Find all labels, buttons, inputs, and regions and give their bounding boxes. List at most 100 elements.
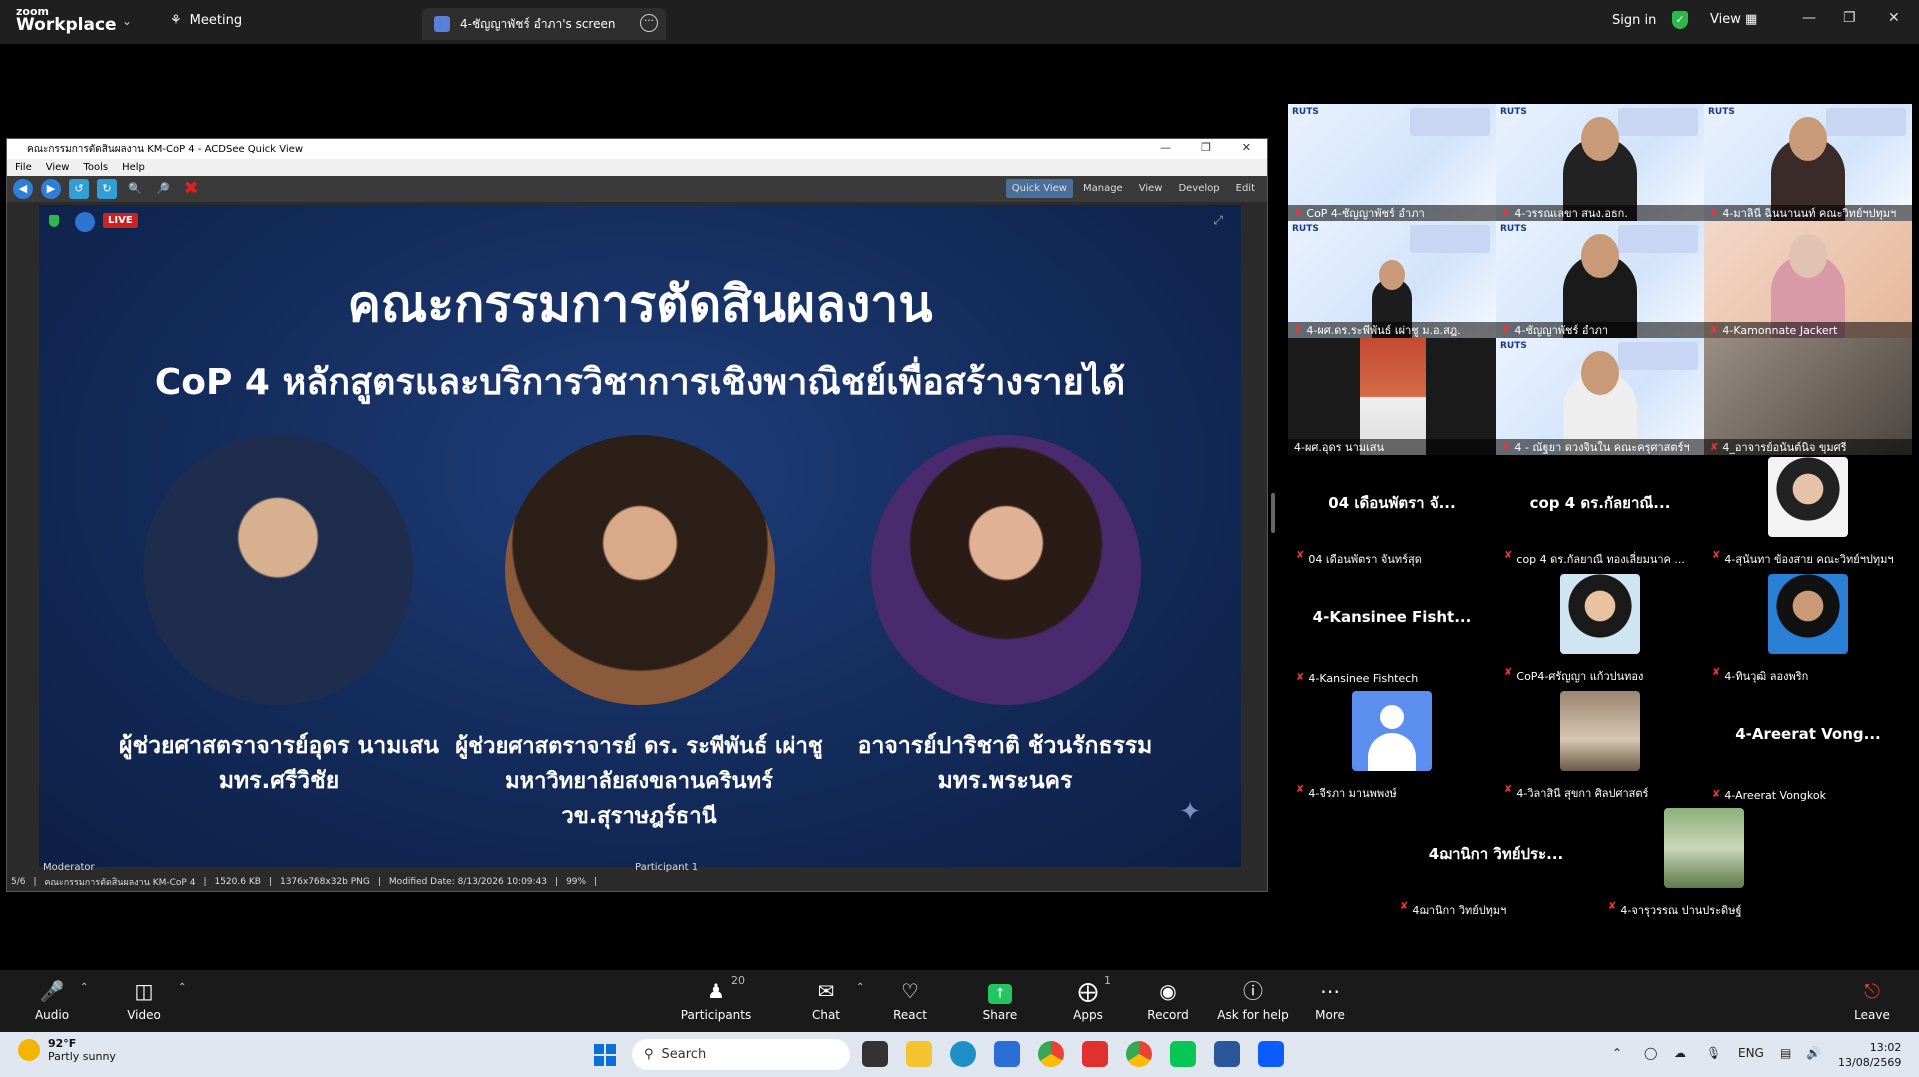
chrome-profile-icon[interactable]: [1126, 1041, 1152, 1067]
mode-develop[interactable]: Develop: [1172, 179, 1225, 198]
menu-view[interactable]: View: [46, 162, 70, 173]
slide-image: LIVE ⤢ คณะกรรมการตัดสินผลงาน CoP 4 หลักส…: [39, 205, 1241, 867]
file-explorer-icon[interactable]: [906, 1041, 932, 1067]
sign-in-button[interactable]: Sign in: [1612, 13, 1656, 28]
tray-chevron-icon[interactable]: ⌃: [1612, 1046, 1622, 1060]
video-tile[interactable]: ✘ 4-Kamonnate Jackert: [1704, 221, 1912, 338]
mode-quick-view[interactable]: Quick View: [1005, 179, 1073, 198]
judge-photo-3: [871, 435, 1141, 705]
network-icon[interactable]: ▤: [1780, 1046, 1791, 1060]
tray-app-icon[interactable]: ◯: [1644, 1046, 1657, 1060]
leave-icon: ⎋: [1864, 979, 1880, 1003]
acdsee-status-bar: 5/6 | คณะกรรมการตัดสินผลงาน KM-CoP 4 | 152…: [7, 873, 1267, 891]
windows-start-icon[interactable]: [594, 1044, 616, 1066]
participant-tile[interactable]: cop 4 ดร.กัลยาณี... ✘ cop 4 ดร.กัลยาณี ทอ…: [1496, 455, 1704, 572]
menu-help[interactable]: Help: [122, 162, 145, 173]
tab-shared-screen[interactable]: 4-ชัญญาพัชร์ อำภา's screen ···: [422, 8, 666, 40]
video-tile[interactable]: RUTS ✘ CoP 4-ชัญญาพัชร์ อำภา: [1288, 104, 1496, 221]
search-icon: ⚲: [644, 1047, 654, 1062]
ask-for-help-button[interactable]: ⓘ Ask for help: [1208, 976, 1298, 1022]
chevron-down-icon[interactable]: ⌄: [122, 14, 132, 28]
restore-icon[interactable]: ❐: [1843, 10, 1856, 26]
rotate-right-icon[interactable]: ↻: [97, 179, 117, 199]
minimize-icon[interactable]: —: [1802, 10, 1816, 26]
video-tile[interactable]: 4-ผศ.อุดร นามเสน: [1288, 338, 1496, 455]
live-badge: LIVE: [103, 213, 138, 228]
menu-tools[interactable]: Tools: [83, 162, 108, 173]
word-icon[interactable]: [1214, 1041, 1240, 1067]
menu-file[interactable]: File: [15, 162, 32, 173]
system-clock[interactable]: 13:02 13/08/2569: [1838, 1040, 1901, 1070]
video-tile-active-speaker[interactable]: RUTS ✘ 4-ชัญญาพัชร์ อำภา: [1496, 221, 1704, 338]
zoom-out-icon[interactable]: 🔎: [153, 179, 173, 199]
view-button[interactable]: View ▦: [1710, 12, 1757, 27]
participant-tile[interactable]: ✘ 4-จารุวรรณ ปานประดิษฐ์: [1600, 806, 1808, 923]
participant-tile[interactable]: ✘ 4-ทินวุฒิ ลองพริก: [1704, 572, 1912, 689]
task-view-icon[interactable]: [862, 1041, 888, 1067]
microphone-icon[interactable]: 🎙: [1706, 1046, 1721, 1060]
participant-tile[interactable]: 4-Areerat Vong... ✘ 4-Areerat Vongkok: [1704, 689, 1912, 806]
participant-label: Participant 1: [635, 862, 699, 873]
participant-tile[interactable]: 4ฌานิกา วิทย์ประ... ✘ 4ฌานิกา วิทย์ปทุมฯ: [1392, 806, 1600, 923]
restore-icon[interactable]: ❐: [1201, 141, 1211, 154]
store-icon[interactable]: [994, 1041, 1020, 1067]
volume-icon[interactable]: 🔊: [1806, 1046, 1821, 1060]
heart-icon: ♡: [901, 979, 919, 1003]
participant-tile[interactable]: ✘ CoP4-ศรัญญา แก้วปนทอง: [1496, 572, 1704, 689]
video-tile[interactable]: RUTS ✘ 4-วรรณเลขา สนง.อธก.: [1496, 104, 1704, 221]
minimize-icon[interactable]: —: [1160, 141, 1171, 154]
chrome-icon[interactable]: [1038, 1041, 1064, 1067]
participant-tile[interactable]: 4-Kansinee Fisht... ✘ 4-Kansinee Fishtech: [1288, 572, 1496, 689]
video-tile[interactable]: ✘ 4_อาจารย์อนันต์นิจ ขุมศรี: [1704, 338, 1912, 455]
close-icon[interactable]: ✕: [1242, 141, 1251, 154]
participant-tile[interactable]: ✘ 4-สุนันทา ข้องสาย คณะวิทย์ฯปทุมฯ: [1704, 455, 1912, 572]
video-button[interactable]: ◫ Video: [104, 976, 184, 1022]
participant-tile[interactable]: 04 เดือนพัตรา จั... ✘ 04 เดือนพัตรา จันทร…: [1288, 455, 1496, 572]
windows-taskbar: 92°F Partly sunny ⚲ Search ⌃ ◯ ☁ 🎙 ENG ▤…: [0, 1032, 1919, 1077]
participant-tile[interactable]: ✘ 4-วิลาสินี สุขกา ศิลปศาสตร์: [1496, 689, 1704, 806]
more-button[interactable]: ⋯ More: [1290, 976, 1370, 1022]
meeting-controls: 🎤 Audio ⌃ ◫ Video ⌃ ♟ Participants 20 ✉ …: [0, 970, 1919, 1032]
next-icon[interactable]: ▶: [41, 179, 61, 199]
language-indicator[interactable]: ENG: [1738, 1046, 1764, 1060]
edge-icon[interactable]: [950, 1041, 976, 1067]
react-button[interactable]: ♡ React: [870, 976, 950, 1022]
line-icon[interactable]: [1170, 1041, 1196, 1067]
mode-edit[interactable]: Edit: [1230, 179, 1261, 198]
chat-button[interactable]: ✉ Chat: [786, 976, 866, 1022]
tab-meeting[interactable]: ⚘ Meeting: [170, 13, 242, 28]
panel-resize-handle[interactable]: [1271, 493, 1275, 533]
video-options-icon[interactable]: ⌃: [178, 982, 186, 993]
taskbar-search[interactable]: ⚲ Search: [632, 1039, 850, 1070]
previous-icon[interactable]: ◀: [13, 179, 33, 199]
more-options-icon[interactable]: ···: [640, 14, 658, 32]
leave-button[interactable]: ⎋ Leave: [1832, 976, 1912, 1022]
acrobat-icon[interactable]: [1082, 1041, 1108, 1067]
user-avatar-icon: [434, 16, 450, 32]
video-tile[interactable]: RUTS ✘ 4 - ณัฐยา ดวงจินใน คณะครุศาสตร์ฯ: [1496, 338, 1704, 455]
audio-options-icon[interactable]: ⌃: [80, 982, 88, 993]
zoom-in-icon[interactable]: 🔍: [125, 179, 145, 199]
mic-muted-icon: ✘: [1504, 784, 1513, 795]
sparkle-icon: ✦: [1179, 797, 1201, 827]
record-button[interactable]: ◉ Record: [1128, 976, 1208, 1022]
participant-tile[interactable]: ✘ 4-จีรภา มานพพงษ์: [1288, 689, 1496, 806]
chat-options-icon[interactable]: ⌃: [856, 982, 864, 993]
mode-view[interactable]: View: [1133, 179, 1169, 198]
avatar: [1768, 574, 1848, 654]
video-tile[interactable]: RUTS ✘ 4-ผศ.ดร.ระพีพันธ์ เผ่าชู ม.อ.สฎ.: [1288, 221, 1496, 338]
rotate-left-icon[interactable]: ↺: [69, 179, 89, 199]
expand-icon[interactable]: ⤢: [1213, 213, 1223, 228]
weather-sun-icon: [18, 1039, 40, 1061]
video-tile[interactable]: RUTS ✘ 4-มาลินี ฉินนานนท์ คณะวิทย์ฯปทุมฯ: [1704, 104, 1912, 221]
apps-button[interactable]: ⨁ Apps: [1048, 976, 1128, 1022]
zoom-logo[interactable]: zoom Workplace: [16, 6, 117, 34]
delete-icon[interactable]: ✖: [181, 179, 201, 199]
mode-manage[interactable]: Manage: [1077, 179, 1129, 198]
avatar-placeholder: [1352, 691, 1432, 771]
close-icon[interactable]: ✕: [1888, 10, 1900, 26]
onedrive-icon[interactable]: ☁: [1674, 1046, 1686, 1060]
weather-widget[interactable]: 92°F Partly sunny: [18, 1037, 116, 1063]
zoom-icon[interactable]: [1258, 1041, 1284, 1067]
share-button[interactable]: ↑ Share: [960, 976, 1040, 1022]
